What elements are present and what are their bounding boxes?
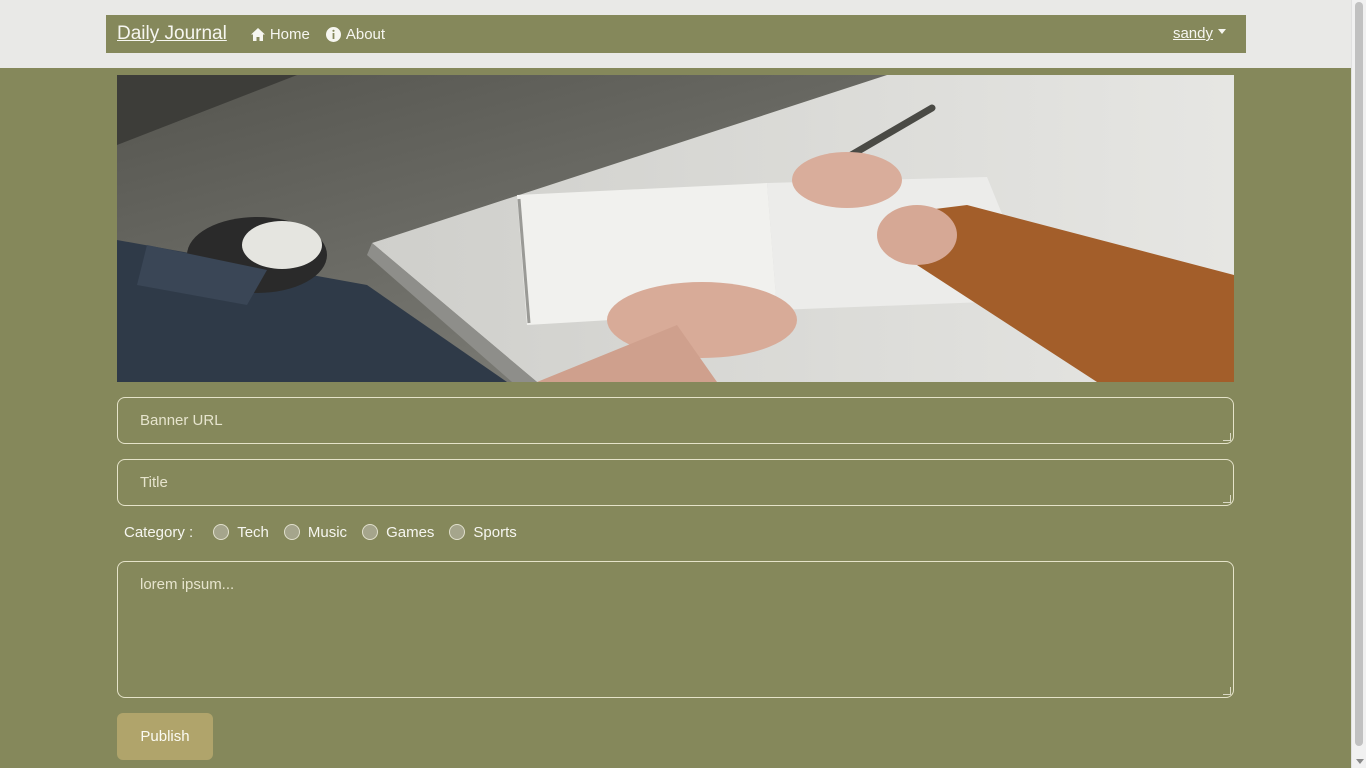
brand-link[interactable]: Daily Journal — [117, 23, 227, 45]
body-placeholder: lorem ipsum... — [140, 576, 235, 593]
chevron-down-icon — [1218, 29, 1226, 34]
nav-about-link[interactable]: About — [325, 25, 386, 43]
category-label: Category : — [124, 523, 194, 541]
user-dropdown[interactable]: sandy — [1173, 25, 1226, 42]
category-option-label: Music — [307, 523, 348, 541]
resize-handle-icon[interactable] — [1223, 433, 1231, 441]
radio-button[interactable] — [449, 524, 466, 540]
info-icon — [325, 26, 341, 42]
title-placeholder: Title — [140, 474, 168, 491]
user-name: sandy — [1172, 25, 1213, 42]
resize-handle-icon[interactable] — [1223, 495, 1231, 503]
banner-illustration — [117, 75, 1234, 382]
category-option-label: Sports — [473, 523, 517, 541]
nav-home-link[interactable]: Home — [250, 25, 310, 43]
scrollbar-thumb[interactable] — [1355, 2, 1363, 746]
navbar: Daily Journal Home About sandy — [106, 15, 1246, 53]
radio-button[interactable] — [213, 524, 230, 540]
category-option-music[interactable]: Music — [283, 523, 348, 541]
nav-home-label: Home — [269, 25, 310, 43]
category-option-label: Tech — [237, 523, 269, 541]
category-option-sports[interactable]: Sports — [449, 523, 517, 541]
category-option-games[interactable]: Games — [362, 524, 434, 541]
publish-label: Publish — [140, 728, 190, 745]
body-textarea[interactable]: lorem ipsum... — [117, 561, 1234, 698]
banner-url-placeholder: Banner URL — [140, 412, 223, 429]
publish-button[interactable]: Publish — [117, 713, 213, 760]
vertical-scrollbar[interactable] — [1351, 0, 1366, 768]
category-selector: Category : Tech Music Games Sports — [124, 522, 532, 542]
home-icon — [250, 27, 265, 41]
radio-button[interactable] — [362, 524, 379, 540]
banner-url-input[interactable]: Banner URL — [117, 397, 1234, 444]
banner-image — [117, 75, 1234, 382]
radio-button[interactable] — [283, 524, 300, 540]
category-option-tech[interactable]: Tech — [213, 524, 269, 541]
resize-handle-icon[interactable] — [1223, 687, 1231, 695]
title-input[interactable]: Title — [117, 459, 1234, 506]
scroll-down-arrow-icon[interactable] — [1356, 759, 1364, 764]
category-option-label: Games — [386, 523, 435, 541]
nav-about-label: About — [345, 25, 386, 43]
